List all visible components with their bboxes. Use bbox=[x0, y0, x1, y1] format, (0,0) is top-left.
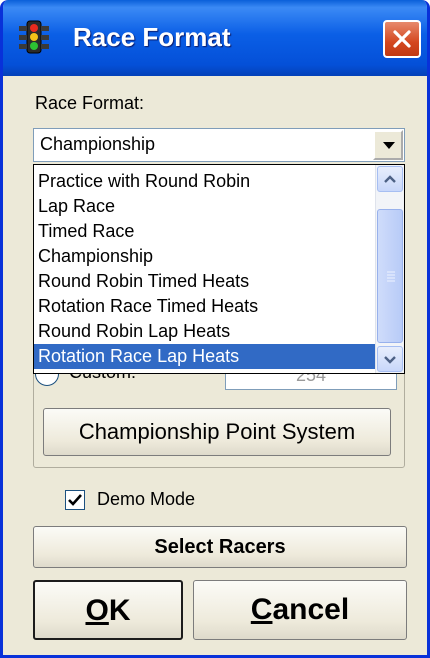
close-button[interactable] bbox=[383, 20, 421, 58]
close-icon bbox=[393, 30, 411, 48]
race-format-dialog: Race Format Race Format: Championship Cu… bbox=[0, 0, 430, 658]
title-bar[interactable]: Race Format bbox=[3, 0, 427, 76]
demo-mode-checkbox[interactable] bbox=[65, 490, 85, 510]
window-title: Race Format bbox=[73, 22, 231, 52]
dropdown-option[interactable]: Round Robin Lap Heats bbox=[34, 319, 376, 344]
dropdown-option[interactable]: Practice with Round Robin bbox=[34, 169, 376, 194]
cancel-button[interactable]: Cancel bbox=[193, 580, 407, 640]
checkmark-icon bbox=[68, 494, 82, 506]
race-format-label: Race Format: bbox=[35, 93, 145, 113]
ok-button[interactable]: OK bbox=[33, 580, 183, 640]
traffic-light-icon bbox=[15, 18, 53, 56]
chevron-down-icon bbox=[384, 356, 396, 364]
cancel-label-rest: ancel bbox=[272, 593, 350, 626]
chevron-down-icon bbox=[383, 142, 395, 149]
dropdown-option[interactable]: Round Robin Timed Heats bbox=[34, 269, 376, 294]
dropdown-option-highlighted[interactable]: Rotation Race Lap Heats bbox=[34, 344, 376, 369]
race-format-dropdown-button[interactable] bbox=[373, 130, 403, 160]
championship-point-system-button[interactable]: Championship Point System bbox=[43, 408, 391, 456]
ok-mnemonic: O bbox=[85, 594, 109, 627]
dropdown-scrollbar[interactable] bbox=[375, 165, 404, 373]
scroll-thumb[interactable] bbox=[377, 209, 403, 343]
dropdown-option[interactable]: Timed Race bbox=[34, 219, 376, 244]
dropdown-option[interactable]: Lap Race bbox=[34, 194, 376, 219]
race-format-dropdown-list[interactable]: Practice with Round Robin Lap Race Timed… bbox=[33, 164, 405, 374]
chevron-up-icon bbox=[384, 175, 396, 183]
ok-label-rest: K bbox=[108, 594, 131, 627]
dropdown-items: Practice with Round Robin Lap Race Timed… bbox=[34, 169, 376, 369]
scroll-up-button[interactable] bbox=[377, 166, 403, 192]
grip-icon bbox=[387, 271, 395, 282]
scroll-down-button[interactable] bbox=[377, 346, 403, 372]
demo-mode-label: Demo Mode bbox=[97, 489, 196, 509]
dropdown-option[interactable]: Rotation Race Timed Heats bbox=[34, 294, 376, 319]
cancel-mnemonic: C bbox=[250, 593, 273, 626]
race-format-combobox[interactable]: Championship bbox=[33, 128, 405, 162]
select-racers-button[interactable]: Select Racers bbox=[33, 526, 407, 568]
dropdown-option[interactable]: Championship bbox=[34, 244, 376, 269]
race-format-selected-value: Championship bbox=[40, 134, 156, 154]
